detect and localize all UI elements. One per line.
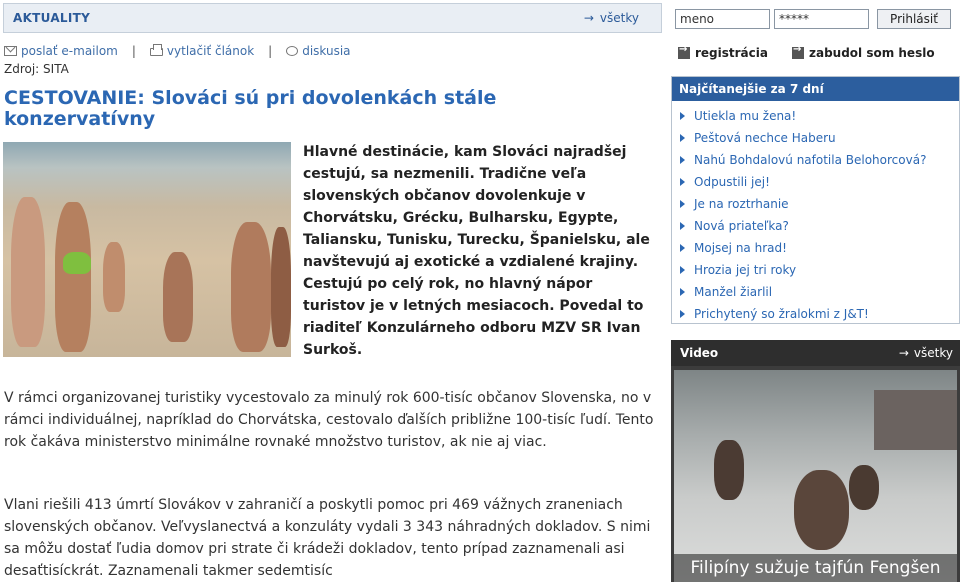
list-item-label: Manžel žiarlil <box>694 285 773 299</box>
photo-figure <box>63 252 91 274</box>
bullet-arrow-icon <box>680 222 685 230</box>
article-photo <box>3 142 291 357</box>
section-title[interactable]: AKTUALITY <box>13 11 90 25</box>
list-item[interactable]: Utiekla mu žena! <box>680 105 959 127</box>
video-header: Video → všetky <box>671 340 960 366</box>
print-label: vytlačiť článok <box>166 44 255 58</box>
list-item[interactable]: Hrozia jej tri roky <box>680 259 959 281</box>
list-item-label: Mojsej na hrad! <box>694 241 787 255</box>
most-read-title: Najčítanejšie za 7 dní <box>672 77 959 101</box>
print-link[interactable]: vytlačiť článok <box>149 44 255 58</box>
list-item[interactable]: Je na roztrhanie <box>680 193 959 215</box>
photo-figure <box>231 222 271 352</box>
login-form: Prihlásiť <box>675 9 951 29</box>
bullet-arrow-icon <box>680 112 685 120</box>
photo-figure <box>55 202 91 352</box>
list-item-label: Prichytený so žralokmi z J&T! <box>694 307 869 321</box>
thumbnail-hut <box>874 390 957 450</box>
arrow-box-icon <box>791 44 804 59</box>
bullet-arrow-icon <box>680 178 685 186</box>
forgot-password-link[interactable]: zabudol som heslo <box>791 44 935 60</box>
bullet-arrow-icon <box>680 310 685 318</box>
article-lead: Hlavné destinácie, kam Slováci najradšej… <box>303 144 650 358</box>
email-link[interactable]: poslať e-mailom <box>4 44 118 58</box>
password-input[interactable] <box>774 9 869 29</box>
article-headline: CESTOVANIE: Slováci sú pri dovolenkách s… <box>4 87 497 130</box>
separator: | <box>268 44 273 58</box>
email-label: poslať e-mailom <box>21 44 118 58</box>
list-item-label: Odpustili jej! <box>694 175 770 189</box>
printer-icon <box>149 44 163 56</box>
login-button[interactable]: Prihlásiť <box>877 9 951 29</box>
arrow-box-icon <box>678 44 690 59</box>
discussion-link[interactable]: diskusia <box>286 44 351 58</box>
list-item-label: Utiekla mu žena! <box>694 109 797 123</box>
bullet-arrow-icon <box>680 266 685 274</box>
arrow-right-icon: → <box>583 11 594 25</box>
list-item[interactable]: Manžel žiarlil <box>680 281 959 303</box>
thumbnail-figure <box>714 440 744 500</box>
bullet-arrow-icon <box>680 134 685 142</box>
list-item[interactable]: Prichytený so žralokmi z J&T! <box>680 303 959 325</box>
username-input[interactable] <box>675 9 770 29</box>
photo-figure <box>271 227 291 347</box>
list-item-label: Hrozia jej tri roky <box>694 263 797 277</box>
section-header-bar: AKTUALITY → všetky <box>3 3 662 33</box>
list-item-label: Nová priateľka? <box>694 219 789 233</box>
video-box: Video → všetky Filipíny sužuje tajfún Fe… <box>671 340 960 582</box>
list-item-label: Peštová nechce Haberu <box>694 131 836 145</box>
list-item[interactable]: Peštová nechce Haberu <box>680 127 959 149</box>
photo-figure <box>103 242 125 312</box>
article-tools: poslať e-mailom | vytlačiť článok | disk… <box>4 44 351 58</box>
list-item[interactable]: Mojsej na hrad! <box>680 237 959 259</box>
video-caption: Filipíny sužuje tajfún Fengšen <box>674 554 957 582</box>
register-link[interactable]: registrácia <box>678 44 768 60</box>
forgot-label: zabudol som heslo <box>808 46 935 60</box>
arrow-right-icon: → <box>898 346 909 360</box>
register-label: registrácia <box>695 46 768 60</box>
list-item[interactable]: Nová priateľka? <box>680 215 959 237</box>
article-source: Zdroj: SITA <box>4 62 69 76</box>
video-all-label: všetky <box>913 346 953 360</box>
section-all-label: všetky <box>599 11 639 25</box>
most-read-list: Utiekla mu žena! Peštová nechce Haberu N… <box>672 101 959 325</box>
thumbnail-figure <box>849 465 879 510</box>
bullet-arrow-icon <box>680 244 685 252</box>
video-thumbnail[interactable]: Filipíny sužuje tajfún Fengšen <box>674 370 957 582</box>
section-all-link[interactable]: → všetky <box>584 11 639 25</box>
thumbnail-figure <box>794 470 849 550</box>
separator: | <box>131 44 136 58</box>
article-paragraph: Vlani riešili 413 úmrtí Slovákov v zahra… <box>4 497 651 579</box>
video-title: Video <box>680 346 719 360</box>
discussion-label: diskusia <box>302 44 351 58</box>
article-paragraph: V rámci organizovanej turistiky vycestov… <box>4 390 654 450</box>
photo-figure <box>163 252 193 342</box>
login-links: registrácia zabudol som heslo <box>678 44 935 60</box>
bullet-arrow-icon <box>680 156 685 164</box>
most-read-box: Najčítanejšie za 7 dní Utiekla mu žena! … <box>671 76 960 324</box>
photo-figure <box>11 197 45 347</box>
list-item-label: Je na roztrhanie <box>694 197 789 211</box>
list-item[interactable]: Nahú Bohdalovú nafotila Belohorcová? <box>680 149 959 171</box>
list-item-label: Nahú Bohdalovú nafotila Belohorcová? <box>694 153 927 167</box>
bullet-arrow-icon <box>680 200 685 208</box>
list-item[interactable]: Odpustili jej! <box>680 171 959 193</box>
video-all-link[interactable]: → všetky <box>899 346 953 360</box>
speech-bubble-icon <box>286 46 299 56</box>
envelope-icon <box>4 46 17 56</box>
bullet-arrow-icon <box>680 288 685 296</box>
